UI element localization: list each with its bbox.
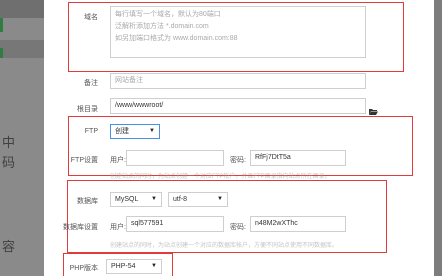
remark-placeholder: 网站备注 <box>115 77 143 84</box>
ftp-password-value: RfFj7DtT5a <box>255 154 291 161</box>
database-type-select[interactable]: MySQL ▼ <box>110 192 162 207</box>
database-password-value: n48M2wXThc <box>255 220 298 227</box>
add-site-modal: 域名 每行填写一个域名，默认为80端口 泛解析添加方法 *.domain.com… <box>44 0 442 276</box>
database-settings-label: 数据库设置 <box>63 224 98 231</box>
database-user-input[interactable]: sql577591 <box>126 216 224 232</box>
ftp-selected: 创建 <box>115 128 129 135</box>
remark-label: 备注 <box>84 80 98 87</box>
chevron-down-icon: ▼ <box>149 128 155 134</box>
database-charset-selected: utf-8 <box>173 196 188 203</box>
chevron-down-icon: ▼ <box>217 196 223 202</box>
folder-open-icon[interactable] <box>369 102 378 115</box>
ftp-user-input[interactable] <box>126 150 224 166</box>
php-version-selected: PHP-54 <box>111 263 136 270</box>
database-user-label: 用户: <box>110 224 126 231</box>
background-status-bar <box>0 48 3 58</box>
chevron-down-icon: ▼ <box>151 196 157 202</box>
domain-placeholder-line: 泛解析添加方法 *.domain.com <box>115 23 209 30</box>
background-text: 容 <box>2 239 16 254</box>
background-row <box>0 40 44 58</box>
remark-input[interactable]: 网站备注 <box>110 73 366 89</box>
background-text: 码 <box>2 155 16 170</box>
background-row <box>0 0 44 18</box>
ftp-label: FTP <box>84 128 98 135</box>
domain-label: 域名 <box>84 14 98 21</box>
database-label: 数据库 <box>77 198 98 205</box>
database-type-selected: MySQL <box>115 196 139 203</box>
modal-scroll-edge <box>434 0 442 276</box>
database-user-value: sql577591 <box>131 220 164 227</box>
database-password-input[interactable]: n48M2wXThc <box>250 216 346 232</box>
php-version-select[interactable]: PHP-54 ▼ <box>106 259 162 274</box>
php-label: PHP版本 <box>69 265 98 272</box>
background-status-bar <box>0 18 3 32</box>
ftp-user-label: 用户: <box>110 157 126 164</box>
database-charset-select[interactable]: utf-8 ▼ <box>168 192 228 207</box>
ftp-password-input[interactable]: RfFj7DtT5a <box>250 150 346 166</box>
ftp-settings-label: FTP设置 <box>70 157 98 164</box>
domain-placeholder-line: 每行填写一个域名，默认为80端口 <box>115 11 221 18</box>
ftp-password-label: 密码: <box>230 157 246 164</box>
database-hint: 创建站点的同时，为站点创建一个对应的数据库帐户，方便不同站点使用不同数据库。 <box>110 243 339 249</box>
background-text: 中 <box>2 135 16 150</box>
ftp-select[interactable]: 创建 ▼ <box>110 124 160 139</box>
root-dir-value: /www/wwwroot/ <box>115 102 164 109</box>
chevron-down-icon: ▼ <box>151 263 157 269</box>
ftp-hint: 创建站点的同时，为站点创建一个对应FTP帐户，并且FTP目录指向站点所在目录。 <box>110 174 331 180</box>
database-password-label: 密码: <box>230 224 246 231</box>
domain-textarea[interactable]: 每行填写一个域名，默认为80端口 泛解析添加方法 *.domain.com 如另… <box>110 6 366 58</box>
domain-placeholder-line: 如另加端口格式为 www.domain.com:88 <box>115 35 238 42</box>
root-dir-input[interactable]: /www/wwwroot/ <box>110 98 366 114</box>
root-dir-label: 根目录 <box>77 106 98 113</box>
